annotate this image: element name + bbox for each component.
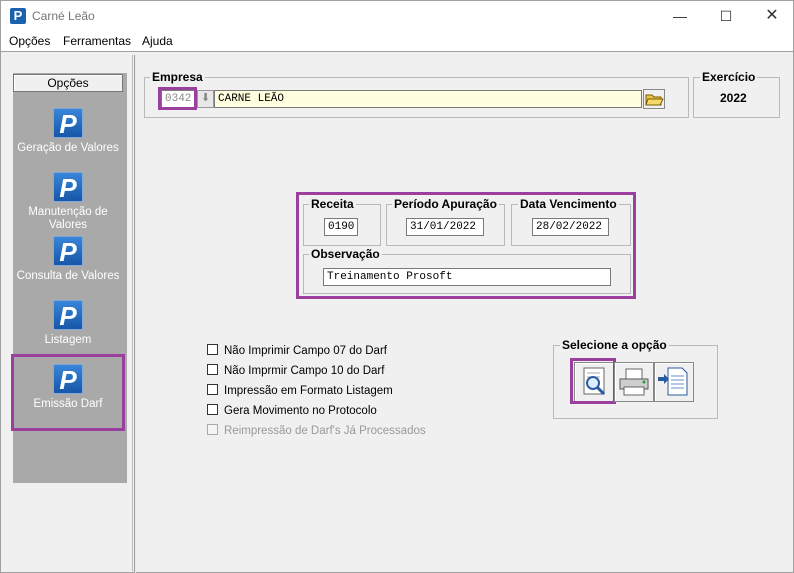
export-file-icon [658, 367, 688, 396]
p-icon: P [53, 300, 83, 331]
export-button[interactable] [654, 362, 694, 402]
sidebar-item-geracao-de-valores[interactable]: P Geração de Valores [13, 108, 123, 155]
selected-item-highlight [11, 354, 125, 431]
exercicio-value: 2022 [720, 91, 747, 105]
sidebar-item-label: Geração de Valores [17, 142, 119, 154]
window-title: Carné Leão [32, 9, 95, 23]
empresa-name-field[interactable]: CARNE LEÃO [214, 90, 642, 108]
checkbox-gera-movimento[interactable]: Gera Movimento no Protocolo [207, 404, 377, 420]
empresa-label: Empresa [150, 70, 205, 84]
checkbox-icon[interactable] [207, 364, 218, 375]
sidebar-item-label: Listagem [44, 334, 92, 346]
menu-ferramentas[interactable]: Ferramentas [63, 34, 131, 48]
menu-opcoes[interactable]: Opções [9, 34, 50, 48]
checkbox-nao-imprimir-campo-10[interactable]: Não Imprmir Campo 10 do Darf [207, 364, 384, 380]
p-icon: P [53, 172, 83, 203]
close-button[interactable]: ✕ [749, 1, 794, 31]
checkbox-nao-imprimir-campo-07[interactable]: Não Imprimir Campo 07 do Darf [207, 344, 387, 360]
observacao-field[interactable]: Treinamento Prosoft [323, 268, 611, 286]
folder-icon [645, 94, 664, 106]
arrow-down-icon: ⬇ [200, 92, 211, 104]
sidebar-item-label: Manutenção de Valores [28, 206, 108, 231]
periodo-label: Período Apuração [392, 197, 499, 211]
checkbox-label: Não Imprmir Campo 10 do Darf [224, 365, 385, 377]
p-icon: P [53, 108, 83, 139]
checkbox-icon[interactable] [207, 404, 218, 415]
menu-bar: Opções Ferramentas Ajuda [0, 31, 794, 51]
empresa-lookup-button[interactable]: ⬇ [197, 90, 214, 108]
periodo-field[interactable]: 31/01/2022 [406, 218, 484, 236]
checkbox-icon[interactable] [207, 344, 218, 355]
checkbox-label: Não Imprimir Campo 07 do Darf [224, 345, 387, 357]
print-button[interactable] [614, 362, 654, 402]
p-icon: P [53, 236, 83, 267]
selecione-label: Selecione a opção [560, 338, 669, 352]
checkbox-icon [207, 424, 218, 435]
exercicio-label: Exercício [700, 70, 758, 84]
title-bar: P Carné Leão — ☐ ✕ [0, 0, 794, 31]
sidebar-item-label: Consulta de Valores [16, 270, 120, 282]
vencimento-field[interactable]: 28/02/2022 [532, 218, 609, 236]
printer-icon [619, 368, 649, 396]
checkbox-label: Gera Movimento no Protocolo [224, 405, 377, 417]
preview-button-highlight [570, 358, 616, 404]
sidebar-item-consulta-de-valores[interactable]: P Consulta de Valores [13, 236, 123, 283]
vencimento-label: Data Vencimento [518, 197, 619, 211]
panel-splitter[interactable] [134, 55, 136, 573]
minimize-button[interactable]: — [657, 1, 703, 31]
sidebar-item-listagem[interactable]: P Listagem [13, 300, 123, 347]
maximize-button[interactable]: ☐ [703, 1, 749, 31]
empresa-code-highlight [158, 87, 197, 110]
open-folder-button[interactable] [643, 89, 665, 109]
menu-ajuda[interactable]: Ajuda [142, 34, 173, 48]
checkbox-label: Reimpressão de Darf's Já Processados [224, 425, 426, 437]
sidebar-header: Opções [13, 74, 123, 92]
receita-field[interactable]: 0190 [324, 218, 358, 236]
app-icon: P [10, 8, 26, 24]
observacao-label: Observação [309, 247, 382, 261]
receita-label: Receita [309, 197, 356, 211]
checkbox-icon[interactable] [207, 384, 218, 395]
sidebar-item-manutencao-de-valores[interactable]: P Manutenção de Valores [13, 172, 123, 232]
checkbox-label: Impressão em Formato Listagem [224, 385, 393, 397]
checkbox-formato-listagem[interactable]: Impressão em Formato Listagem [207, 384, 393, 400]
checkbox-reimpressao: Reimpressão de Darf's Já Processados [207, 424, 426, 440]
